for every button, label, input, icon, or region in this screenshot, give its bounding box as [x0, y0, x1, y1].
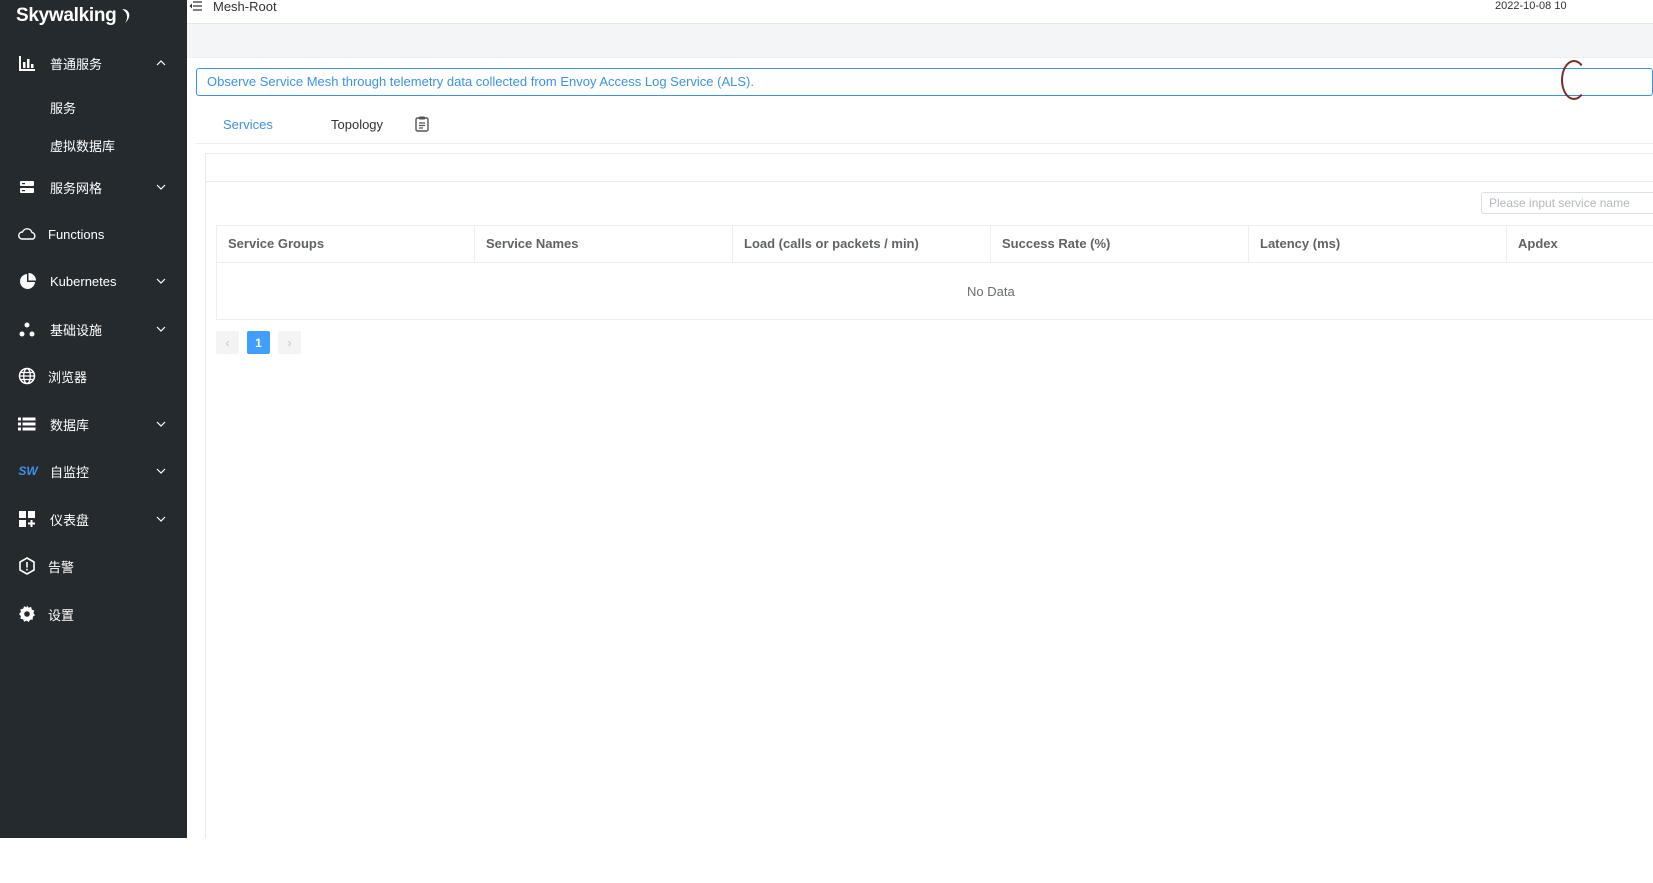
sidebar-item-label: Kubernetes — [50, 273, 117, 289]
sidebar-subitem-service[interactable]: 服务 — [50, 98, 76, 117]
chevron-down-icon — [155, 181, 167, 193]
sidebar-item-database[interactable]: 数据库 — [0, 404, 187, 444]
nodes-icon — [17, 319, 37, 339]
chevron-down-icon — [155, 418, 167, 430]
sidebar-item-label: 告警 — [48, 559, 75, 575]
alert-icon — [17, 556, 37, 576]
sidebar-item-label: 数据库 — [50, 417, 90, 433]
column-header-service-names[interactable]: Service Names — [475, 226, 733, 262]
chevron-down-icon — [155, 513, 167, 525]
bottom-blank-area — [0, 838, 1653, 883]
dashboard-icon — [17, 509, 37, 529]
sidebar-subitem-virtual-database[interactable]: 虚拟数据库 — [50, 136, 115, 155]
column-header-latency[interactable]: Latency (ms) — [1249, 226, 1507, 262]
column-header-load[interactable]: Load (calls or packets / min) — [733, 226, 991, 262]
dashboard-toolbar — [187, 24, 1653, 58]
sidebar-item-settings[interactable]: 设置 — [0, 594, 187, 634]
sidebar-item-label: 基础设施 — [50, 322, 103, 338]
services-table: Service Groups Service Names Load (calls… — [216, 225, 1653, 320]
annotation-circle — [1561, 60, 1587, 100]
page-number-button[interactable]: 1 — [247, 331, 270, 354]
sidebar-item-label: 仪表盘 — [50, 512, 90, 528]
sidebar-item-label: Functions — [48, 226, 105, 242]
next-page-button[interactable]: › — [278, 331, 301, 354]
chevron-down-icon — [155, 323, 167, 335]
gear-icon — [17, 604, 37, 624]
globe-icon — [17, 366, 37, 386]
service-search-input[interactable] — [1481, 192, 1653, 214]
sidebar-item-dashboard[interactable]: 仪表盘 — [0, 499, 187, 539]
tab-services[interactable]: Services — [223, 117, 273, 132]
panel-header — [206, 154, 1653, 182]
sidebar-item-infrastructure[interactable]: 基础设施 — [0, 309, 187, 349]
sidebar-item-general-service[interactable]: 普通服务 — [0, 43, 187, 83]
list-icon — [17, 414, 37, 434]
dashboard-description-text: Observe Service Mesh through telemetry d… — [196, 68, 1653, 96]
sidebar-item-kubernetes[interactable]: Kubernetes — [0, 261, 187, 301]
sidebar-item-service-mesh[interactable]: 服务网格 — [0, 167, 187, 207]
chevron-up-icon — [155, 57, 167, 69]
sidebar-item-functions[interactable]: Functions — [0, 214, 187, 254]
brand-name: Skywalking — [16, 5, 117, 26]
menu-fold-icon[interactable] — [189, 0, 203, 14]
sidebar-item-label: 浏览器 — [48, 369, 88, 385]
sidebar: Skywalking 普通服务 服务 虚拟数据库 服务网格 Functions — [0, 0, 187, 838]
sidebar-item-self-observability[interactable]: SW 自监控 — [0, 451, 187, 491]
sidebar-item-label: 服务网格 — [50, 180, 103, 196]
sidebar-item-label: 自监控 — [50, 464, 90, 480]
tab-bar: Services Topology — [196, 104, 1653, 144]
sw-icon: SW — [18, 464, 38, 478]
pagination: ‹ 1 › — [216, 331, 301, 355]
page-title: Mesh-Root — [213, 0, 277, 14]
prev-page-button[interactable]: ‹ — [216, 331, 239, 354]
time-range[interactable]: 2022-10-08 10 — [1495, 0, 1567, 12]
skywalking-logo[interactable]: Skywalking — [0, 0, 187, 32]
sidebar-item-browser[interactable]: 浏览器 — [0, 356, 187, 396]
empty-table-text: No Data — [967, 283, 1015, 299]
cloud-icon — [17, 224, 37, 244]
column-header-success-rate[interactable]: Success Rate (%) — [991, 226, 1249, 262]
column-header-service-groups[interactable]: Service Groups — [217, 226, 475, 262]
logo-swoosh-icon — [121, 9, 129, 23]
services-panel: Service Groups Service Names Load (calls… — [205, 153, 1653, 843]
tab-topology[interactable]: Topology — [331, 117, 383, 132]
sidebar-item-alarm[interactable]: 告警 — [0, 546, 187, 586]
sidebar-item-label: 普通服务 — [50, 56, 103, 72]
server-icon — [17, 177, 37, 197]
chevron-down-icon — [155, 465, 167, 477]
chart-icon — [17, 53, 37, 73]
sidebar-item-label: 设置 — [48, 607, 75, 623]
clipboard-icon[interactable] — [415, 116, 429, 132]
table-header-row: Service Groups Service Names Load (calls… — [217, 226, 1653, 263]
pie-icon — [17, 271, 37, 291]
chevron-down-icon — [155, 275, 167, 287]
top-header: Mesh-Root 2022-10-08 10 — [187, 0, 1653, 24]
column-header-apdex[interactable]: Apdex — [1507, 226, 1653, 262]
